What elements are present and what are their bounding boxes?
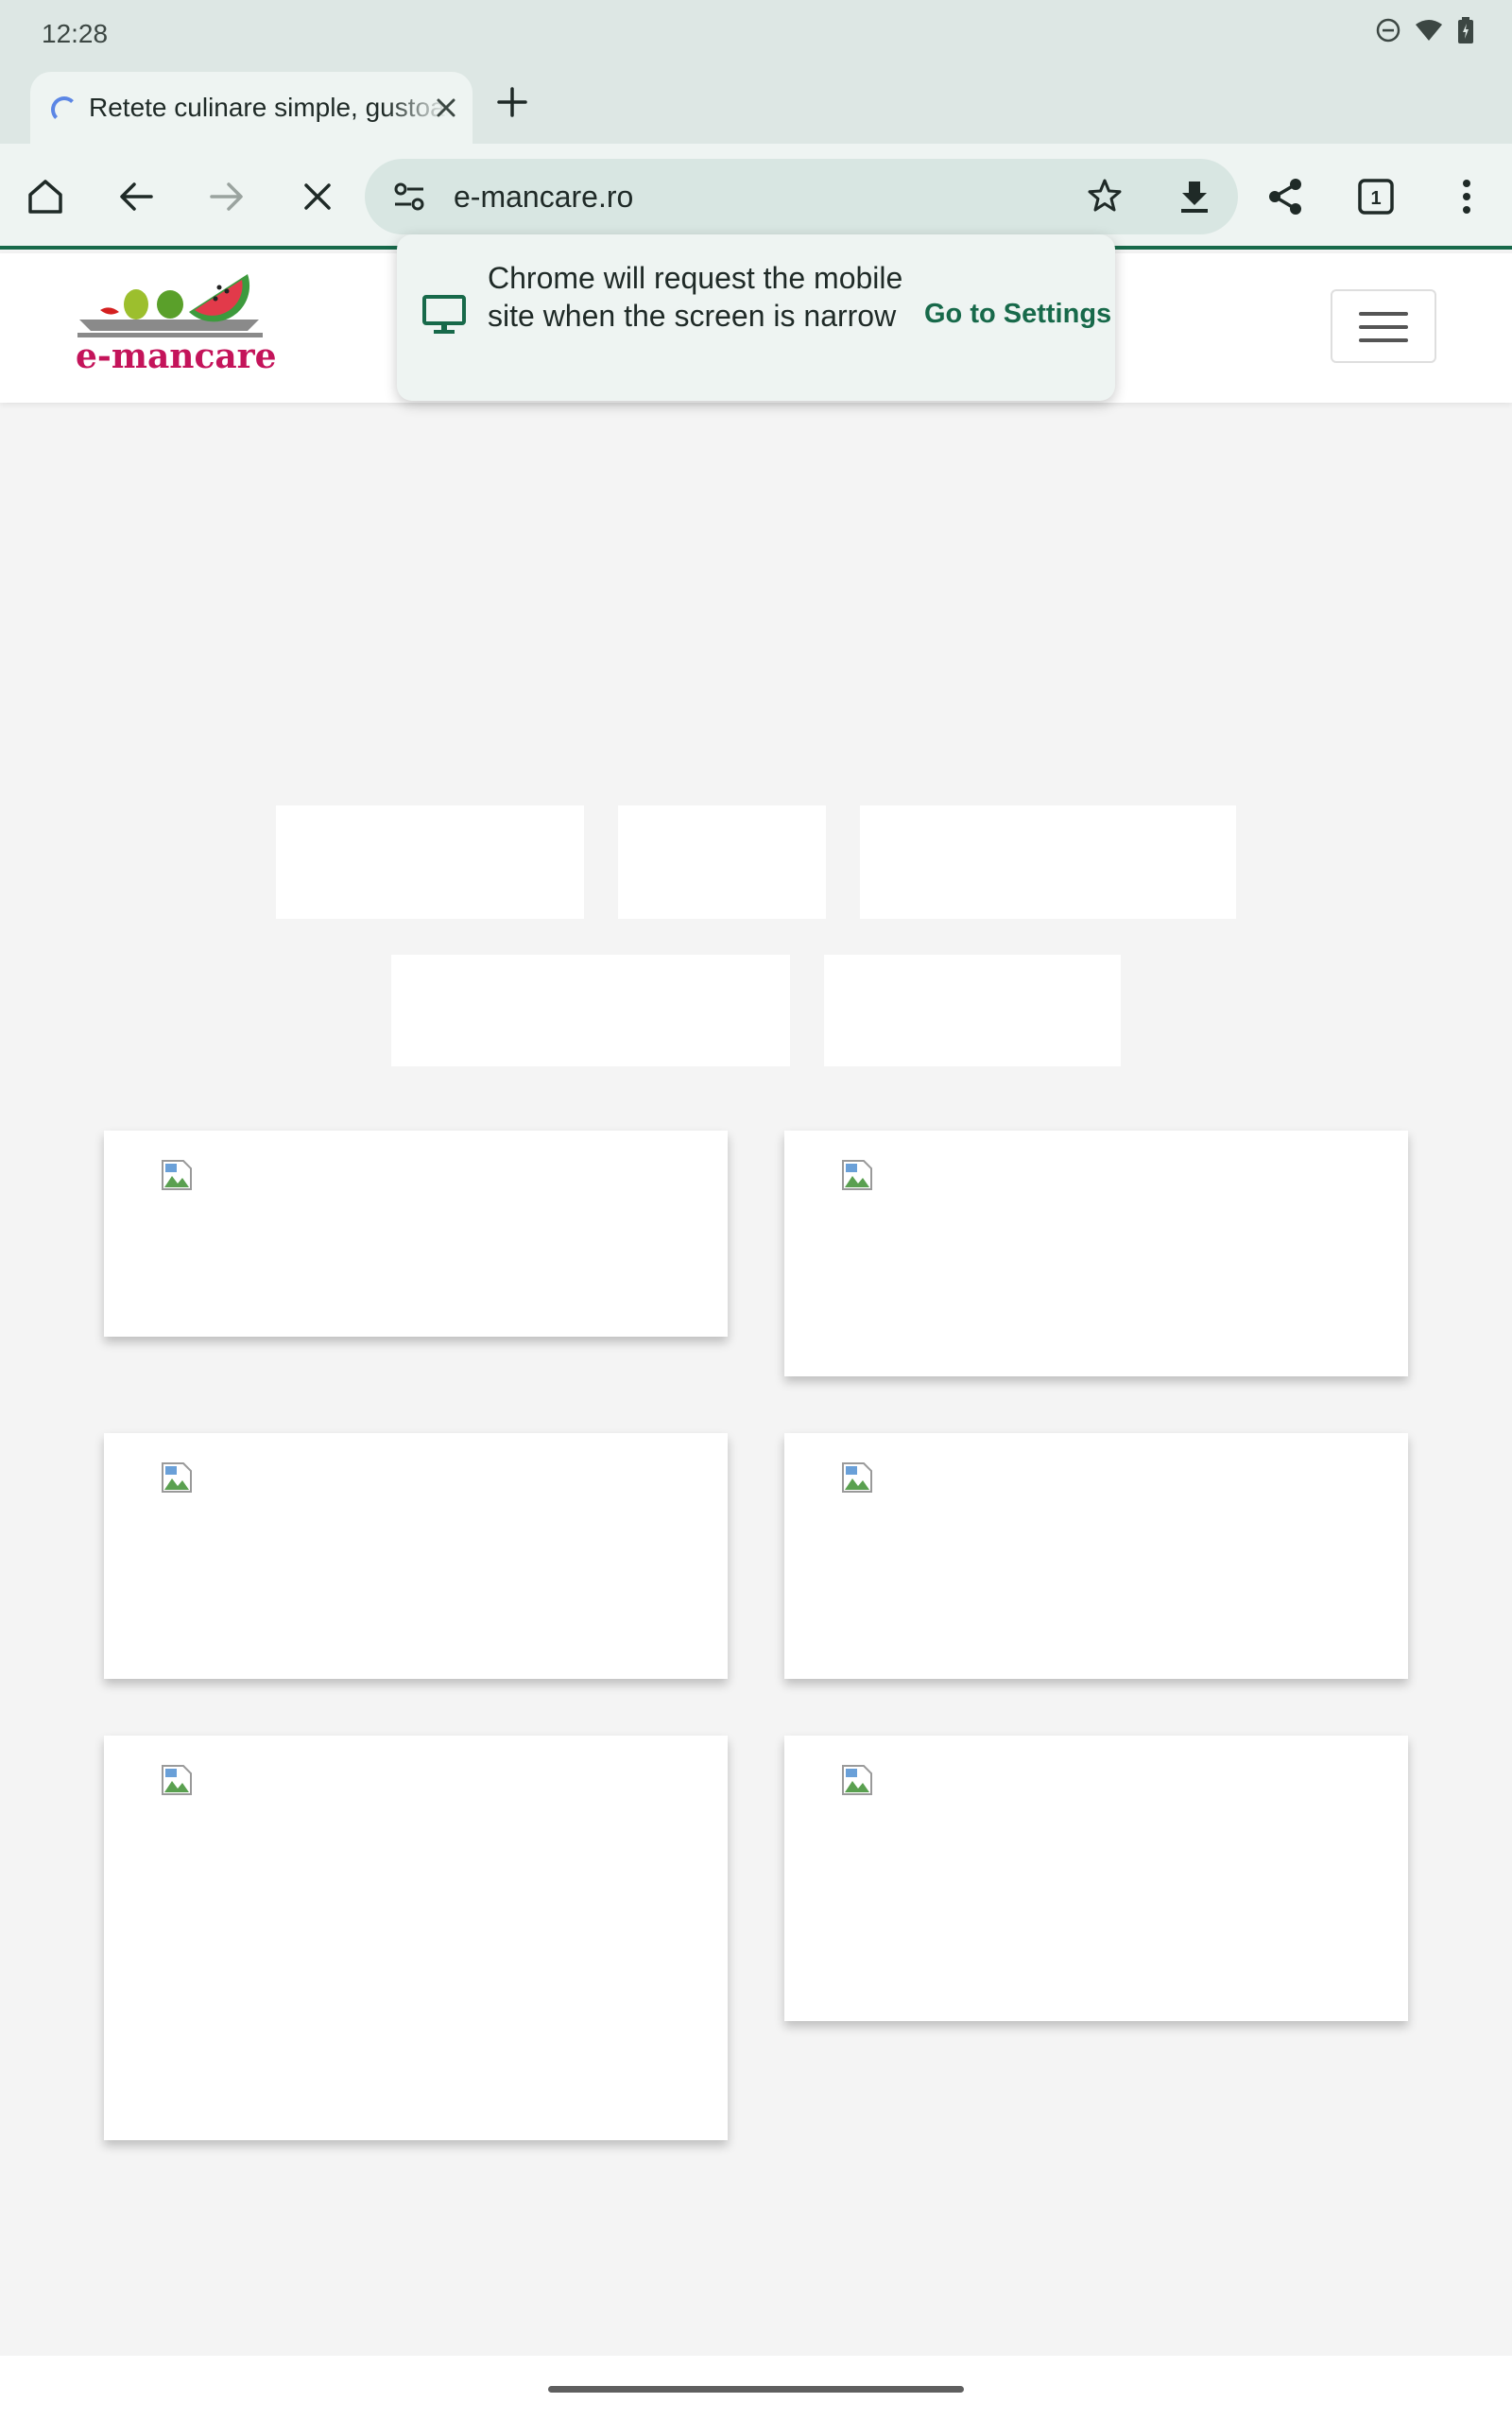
tab-switcher-icon[interactable]: 1 xyxy=(1351,172,1400,221)
back-arrow-icon[interactable] xyxy=(112,172,161,221)
do-not-disturb-icon xyxy=(1376,18,1400,49)
category-button[interactable] xyxy=(824,955,1121,1066)
loading-spinner-icon xyxy=(51,96,77,123)
broken-image-icon xyxy=(841,1461,873,1498)
recipe-card[interactable] xyxy=(104,1131,728,1337)
screen: 12:28 Retete culinare simple, gustoase e… xyxy=(0,0,1512,2420)
tab-strip: Retete culinare simple, gustoase xyxy=(0,66,1512,144)
status-bar: 12:28 xyxy=(0,0,1512,66)
recipe-card[interactable] xyxy=(784,1131,1408,1376)
recipe-card[interactable] xyxy=(104,1433,728,1679)
address-bar[interactable]: e-mancare.ro xyxy=(365,159,1238,234)
battery-icon xyxy=(1457,17,1474,50)
desktop-monitor-icon xyxy=(421,293,467,341)
new-tab-icon[interactable] xyxy=(493,83,531,126)
forward-arrow-icon[interactable] xyxy=(202,172,251,221)
category-button[interactable] xyxy=(860,805,1236,919)
hamburger-menu-button[interactable] xyxy=(1331,289,1436,363)
broken-image-icon xyxy=(161,1461,193,1498)
logo-fruits-icon xyxy=(77,274,263,337)
status-icons xyxy=(1376,17,1474,50)
tab-count: 1 xyxy=(1370,188,1381,209)
category-button[interactable] xyxy=(391,955,790,1066)
mobile-site-popup: Chrome will request the mobile site when… xyxy=(397,234,1115,401)
close-tab-icon[interactable] xyxy=(433,95,459,126)
menu-line xyxy=(1359,325,1408,329)
site-settings-icon[interactable] xyxy=(391,180,429,218)
tab-title: Retete culinare simple, gustoase xyxy=(89,93,448,122)
bookmark-star-icon[interactable] xyxy=(1085,176,1125,220)
recipe-card[interactable] xyxy=(784,1433,1408,1679)
logo-text: e-mancare xyxy=(76,337,277,376)
gesture-navigation-bar xyxy=(0,2356,1512,2420)
stop-loading-icon[interactable] xyxy=(293,172,342,221)
recipe-card[interactable] xyxy=(104,1736,728,2140)
home-gesture-handle[interactable] xyxy=(548,2386,964,2393)
url-text[interactable]: e-mancare.ro xyxy=(454,180,633,215)
home-icon[interactable] xyxy=(21,172,70,221)
broken-image-icon xyxy=(841,1159,873,1196)
wifi-icon xyxy=(1414,18,1444,49)
download-icon[interactable] xyxy=(1170,172,1219,221)
broken-image-icon xyxy=(161,1159,193,1196)
popup-message: Chrome will request the mobile site when… xyxy=(488,261,903,333)
go-to-settings-button[interactable]: Go to Settings xyxy=(924,299,1111,330)
menu-line xyxy=(1359,312,1408,316)
browser-tab[interactable]: Retete culinare simple, gustoase xyxy=(30,72,472,144)
broken-image-icon xyxy=(841,1764,873,1801)
category-button[interactable] xyxy=(618,805,826,919)
category-button[interactable] xyxy=(276,805,584,919)
share-icon[interactable] xyxy=(1261,172,1310,221)
recipe-card[interactable] xyxy=(784,1736,1408,2021)
status-time: 12:28 xyxy=(42,19,109,48)
menu-line xyxy=(1359,338,1408,342)
broken-image-icon xyxy=(161,1764,193,1801)
more-options-icon[interactable] xyxy=(1442,172,1491,221)
